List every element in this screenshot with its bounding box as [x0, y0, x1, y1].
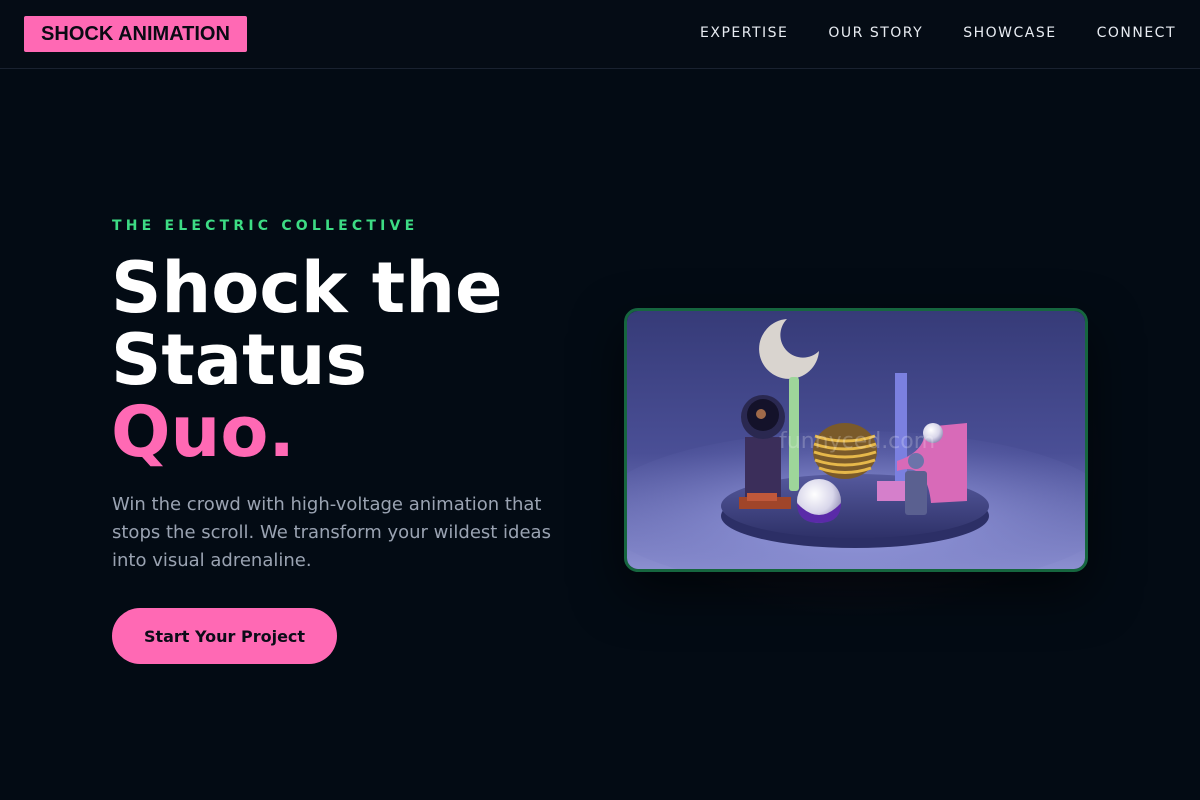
nav-link-connect[interactable]: CONNECT	[1097, 24, 1176, 42]
nav-link-expertise[interactable]: EXPERTISE	[700, 24, 788, 42]
headline-accent: Quo.	[111, 391, 296, 473]
headline-line-2: Status	[111, 319, 368, 401]
brand-logo[interactable]: SHOCK ANIMATION	[24, 16, 247, 52]
hero-animation-preview: funnyced.com	[624, 308, 1088, 572]
nav-link-our-story[interactable]: OUR STORY	[828, 24, 923, 42]
watermark-text: funnyced.com	[779, 429, 936, 454]
nav-links: EXPERTISE OUR STORY SHOWCASE CONNECT	[700, 24, 1176, 42]
headline-line-1: Shock the	[111, 247, 503, 329]
hero-eyebrow: THE ELECTRIC COLLECTIVE	[112, 218, 419, 234]
nav-link-showcase[interactable]: SHOWCASE	[963, 24, 1056, 42]
hero-headline: Shock the Status Quo.	[111, 252, 503, 468]
start-project-button[interactable]: Start Your Project	[112, 608, 337, 664]
hero-description: Win the crowd with high-voltage animatio…	[112, 494, 551, 571]
top-navbar: SHOCK ANIMATION EXPERTISE OUR STORY SHOW…	[0, 0, 1200, 69]
